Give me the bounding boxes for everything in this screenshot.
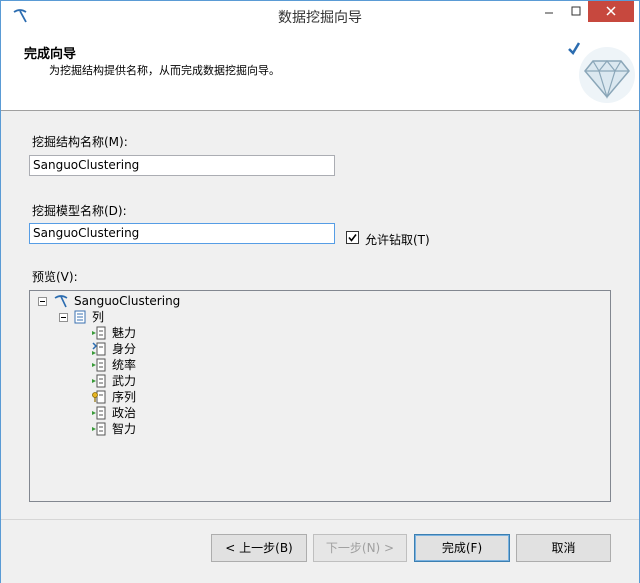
minimize-icon bbox=[545, 12, 553, 14]
maximize-icon bbox=[571, 6, 581, 16]
page-title: 完成向导 bbox=[24, 47, 77, 62]
root-expander-icon[interactable] bbox=[38, 297, 47, 306]
back-button[interactable]: < 上一步(B) bbox=[211, 534, 307, 562]
preview-label: 预览(V): bbox=[32, 270, 78, 284]
page-subtitle: 为挖掘结构提供名称，从而完成数据挖掘向导。 bbox=[49, 64, 280, 77]
wizard-window: 数据挖掘向导 完成向导 为挖掘结构提供名称，从而完成数据挖掘向导。 挖掘结构名称… bbox=[0, 0, 640, 583]
input-column-icon bbox=[92, 374, 106, 388]
finish-button[interactable]: 完成(F) bbox=[414, 534, 510, 562]
wizard-content: 挖掘结构名称(M): SanguoClustering 挖掘模型名称(D): S… bbox=[1, 111, 639, 519]
tree-column-item[interactable]: 武力 bbox=[112, 373, 136, 389]
table-icon bbox=[74, 310, 86, 324]
next-button[interactable]: 下一步(N) > bbox=[313, 534, 407, 562]
diamond-wizard-icon bbox=[568, 42, 635, 103]
structure-name-label: 挖掘结构名称(M): bbox=[32, 135, 128, 149]
model-name-label: 挖掘模型名称(D): bbox=[32, 204, 127, 218]
tree-column-item[interactable]: 魅力 bbox=[112, 325, 136, 341]
minimize-button[interactable] bbox=[537, 1, 561, 22]
preview-tree[interactable]: SanguoClustering 列 魅力 身分 统率 武力 序列 政治 智力 bbox=[29, 290, 611, 502]
predict-input-column-icon bbox=[92, 342, 106, 356]
key-column-icon bbox=[92, 390, 106, 404]
input-column-icon bbox=[92, 358, 106, 372]
close-button[interactable] bbox=[588, 1, 634, 22]
tree-column-item[interactable]: 智力 bbox=[112, 421, 136, 437]
structure-name-input[interactable]: SanguoClustering bbox=[29, 155, 335, 176]
columns-expander-icon[interactable] bbox=[59, 313, 68, 322]
tree-columns-label[interactable]: 列 bbox=[92, 309, 104, 325]
model-name-input[interactable]: SanguoClustering bbox=[29, 223, 335, 244]
wizard-header: 完成向导 为挖掘结构提供名称，从而完成数据挖掘向导。 bbox=[1, 31, 639, 111]
tree-column-item[interactable]: 身分 bbox=[112, 341, 136, 357]
input-column-icon bbox=[92, 406, 106, 420]
allow-drillthrough-label[interactable]: 允许钻取(T) bbox=[365, 231, 430, 248]
tree-root-label[interactable]: SanguoClustering bbox=[74, 293, 180, 309]
maximize-button[interactable] bbox=[564, 1, 588, 22]
cancel-button[interactable]: 取消 bbox=[516, 534, 611, 562]
input-column-icon bbox=[92, 326, 106, 340]
tree-column-item[interactable]: 统率 bbox=[112, 357, 136, 373]
tree-column-item[interactable]: 序列 bbox=[112, 389, 136, 405]
allow-drillthrough-checkbox[interactable] bbox=[346, 231, 359, 244]
input-column-icon bbox=[92, 422, 106, 436]
checkmark-icon bbox=[348, 234, 357, 242]
mining-structure-icon bbox=[54, 295, 68, 308]
title-bar[interactable]: 数据挖掘向导 bbox=[1, 1, 639, 31]
close-icon bbox=[606, 6, 616, 16]
wizard-footer: < 上一步(B) 下一步(N) > 完成(F) 取消 bbox=[1, 519, 639, 583]
tree-column-item[interactable]: 政治 bbox=[112, 405, 136, 421]
